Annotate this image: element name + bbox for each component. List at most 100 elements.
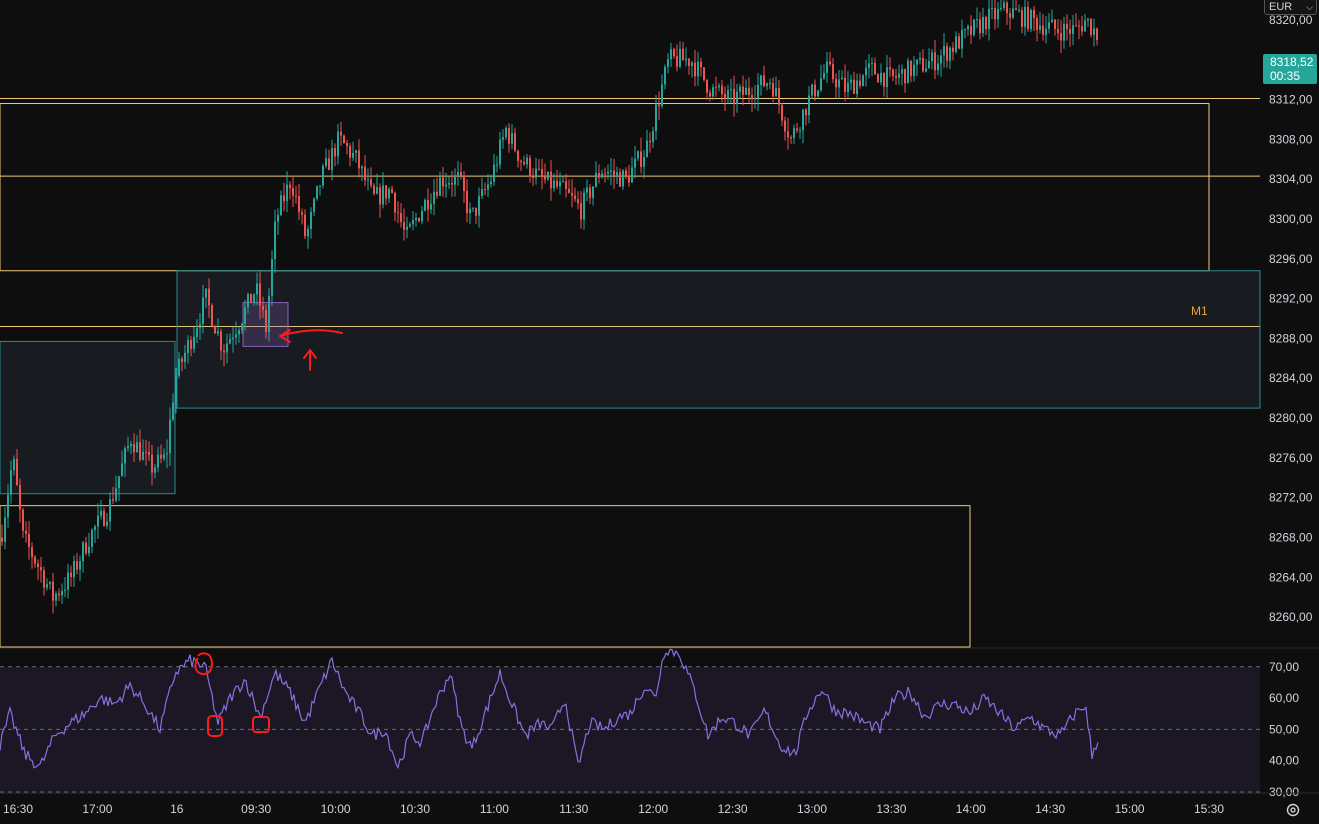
candle-body bbox=[553, 180, 555, 189]
time-tick-label: 09:30 bbox=[241, 802, 271, 816]
candle-body bbox=[508, 127, 510, 144]
candle-body bbox=[163, 454, 165, 459]
teal-zone-box bbox=[0, 340, 176, 495]
candle-body bbox=[715, 87, 717, 89]
candle-body bbox=[739, 86, 741, 92]
candle-body bbox=[625, 170, 627, 176]
last-price-badge: 8318,52 00:35 bbox=[1263, 54, 1317, 84]
candle-body bbox=[112, 499, 114, 501]
candle-body bbox=[355, 150, 357, 153]
candle-body bbox=[574, 195, 576, 200]
candle-body bbox=[478, 196, 480, 216]
candle bbox=[877, 73, 879, 83]
candle-body bbox=[313, 198, 315, 212]
candle bbox=[211, 303, 213, 328]
candle-body bbox=[868, 63, 870, 68]
currency-label: EUR bbox=[1269, 1, 1293, 13]
time-tick-label: 16:30 bbox=[3, 802, 33, 816]
candle-body bbox=[49, 581, 51, 585]
candle-body bbox=[535, 168, 537, 178]
candle-body bbox=[934, 52, 936, 71]
candle-body bbox=[220, 331, 222, 351]
candle-body bbox=[97, 515, 99, 527]
candle-body bbox=[829, 61, 831, 65]
candle-body bbox=[379, 187, 381, 205]
candle-body bbox=[277, 215, 279, 222]
candle-body bbox=[226, 343, 228, 353]
candle-body bbox=[337, 131, 339, 157]
candle-body bbox=[523, 161, 525, 165]
candle-body bbox=[1048, 22, 1050, 29]
candle-body bbox=[358, 150, 360, 169]
candle-body bbox=[649, 140, 651, 143]
candle-body bbox=[1036, 17, 1038, 30]
candle-body bbox=[847, 82, 849, 93]
candle-body bbox=[886, 67, 888, 87]
candle-body bbox=[688, 58, 690, 67]
candle-body bbox=[1030, 9, 1032, 29]
price-tick-label: 8320,00 bbox=[1269, 13, 1313, 27]
candle-body bbox=[424, 199, 426, 211]
candle bbox=[214, 325, 216, 334]
candle-body bbox=[409, 224, 411, 227]
candle-body bbox=[901, 69, 903, 74]
candle-body bbox=[211, 305, 213, 327]
candle-body bbox=[970, 26, 972, 35]
candle-body bbox=[280, 195, 282, 216]
candle-body bbox=[904, 69, 906, 84]
candle-body bbox=[571, 192, 573, 196]
candle-body bbox=[79, 561, 81, 570]
candle-body bbox=[604, 173, 606, 175]
candle-body bbox=[961, 29, 963, 49]
candle-body bbox=[298, 196, 300, 213]
candle-body bbox=[556, 180, 558, 187]
price-tick-label: 8300,00 bbox=[1269, 212, 1313, 226]
candle-body bbox=[43, 570, 45, 588]
candle-body bbox=[610, 170, 612, 172]
candle-body bbox=[646, 140, 648, 158]
time-tick-label: 15:30 bbox=[1194, 802, 1224, 816]
candle-body bbox=[217, 331, 219, 334]
candle-body bbox=[907, 60, 909, 84]
candle-body bbox=[949, 47, 951, 61]
candle-body bbox=[946, 46, 948, 61]
candle-body bbox=[928, 61, 930, 69]
candle-body bbox=[1, 537, 3, 542]
candle-body bbox=[55, 593, 57, 601]
candle-body bbox=[121, 463, 123, 477]
candle bbox=[703, 67, 705, 82]
candle-body bbox=[655, 104, 657, 132]
candle-body bbox=[937, 63, 939, 71]
candle-body bbox=[721, 85, 723, 95]
candle-body bbox=[550, 171, 552, 189]
candle-body bbox=[250, 293, 252, 303]
candle-body bbox=[616, 172, 618, 176]
candle-body bbox=[58, 593, 60, 596]
candle-body bbox=[235, 334, 237, 338]
rsi-pane bbox=[0, 647, 1319, 793]
candle-body bbox=[622, 170, 624, 187]
candle-body bbox=[406, 226, 408, 230]
candle-body bbox=[1018, 10, 1020, 12]
candle-body bbox=[796, 128, 798, 131]
candle-body bbox=[238, 330, 240, 335]
candle-body bbox=[706, 79, 708, 93]
candle-body bbox=[964, 29, 966, 31]
trading-chart[interactable]: 8320,008316,008312,008308,008304,008300,… bbox=[0, 0, 1319, 824]
candle-body bbox=[883, 72, 885, 87]
price-tick-label: 8292,00 bbox=[1269, 292, 1313, 306]
price-tick-label: 8296,00 bbox=[1269, 252, 1313, 266]
candle-body bbox=[862, 75, 864, 86]
candle-body bbox=[1081, 26, 1083, 32]
candle-body bbox=[40, 567, 42, 571]
candle-body bbox=[34, 557, 36, 564]
candle-body bbox=[196, 328, 198, 337]
candle-body bbox=[496, 164, 498, 166]
candle-body bbox=[25, 530, 27, 534]
candle-body bbox=[310, 211, 312, 229]
candle-body bbox=[565, 181, 567, 189]
chart-settings-button[interactable] bbox=[1284, 801, 1302, 819]
currency-select[interactable]: EUR ⌵ bbox=[1264, 0, 1317, 15]
candle-body bbox=[289, 184, 291, 189]
candle-body bbox=[475, 207, 477, 216]
